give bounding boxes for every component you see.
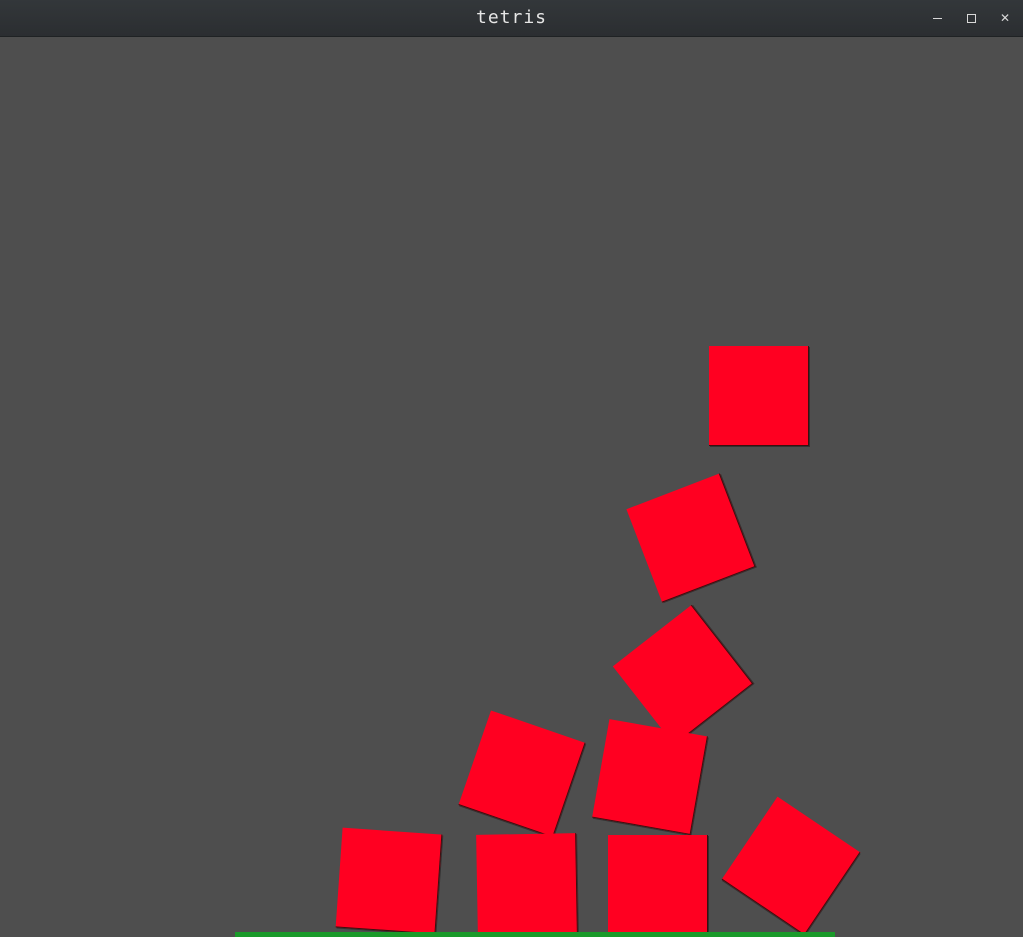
block <box>476 833 578 935</box>
game-canvas[interactable] <box>0 37 1023 937</box>
maximize-icon <box>966 13 976 23</box>
block <box>709 346 809 446</box>
block <box>335 827 443 935</box>
minimize-icon <box>932 18 942 19</box>
window-titlebar: tetris ✕ <box>0 0 1023 37</box>
maximize-button[interactable] <box>959 6 983 30</box>
block <box>626 473 756 603</box>
block <box>458 710 586 838</box>
ground-platform <box>235 932 835 937</box>
close-button[interactable]: ✕ <box>993 6 1017 30</box>
window-title: tetris <box>475 7 548 28</box>
block <box>592 719 708 835</box>
block <box>721 796 861 936</box>
minimize-button[interactable] <box>925 6 949 30</box>
block <box>608 835 708 935</box>
close-icon: ✕ <box>999 11 1011 25</box>
